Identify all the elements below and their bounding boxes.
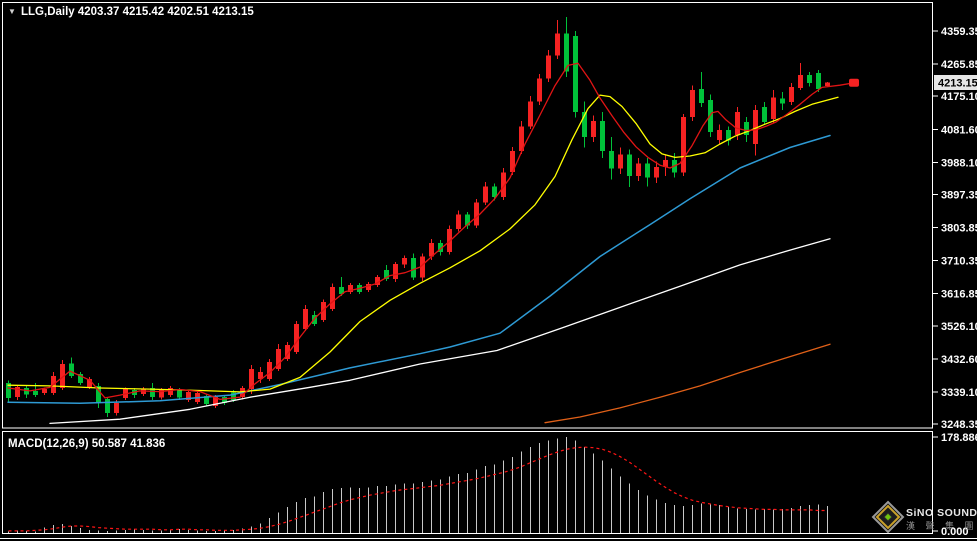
candle-body — [393, 264, 398, 279]
price-axis-label: 3616.85 — [941, 289, 977, 301]
price-axis-label: 3248.35 — [941, 419, 977, 431]
candle-body — [600, 121, 605, 151]
candle-body — [528, 102, 533, 127]
macd-indicator-label: MACD(12,26,9) 50.587 41.836 — [8, 438, 165, 450]
candle-body — [573, 36, 578, 112]
ma-line-white-long — [50, 239, 830, 424]
candle-body — [537, 79, 542, 102]
candle-body — [177, 390, 182, 397]
price-axis-label: 3432.60 — [941, 354, 977, 366]
sino-sound-logo: SiNO SOUND 漢 聲 集 團 — [873, 502, 977, 532]
candle-body — [699, 89, 704, 103]
ma-line-orange-slow — [545, 344, 830, 423]
candle-body — [780, 98, 785, 103]
candle-body — [402, 258, 407, 264]
candle-body — [816, 73, 821, 89]
symbol-dropdown-arrow[interactable]: ▼ — [8, 7, 16, 16]
candle-body — [627, 155, 632, 176]
candle-body — [690, 90, 695, 117]
candle-body — [294, 324, 299, 352]
current-price-tag: 4213.15 — [934, 75, 977, 90]
candle-body — [771, 97, 776, 119]
candle-body — [609, 151, 614, 169]
logo-text: SiNO SOUND — [906, 507, 977, 519]
candle-body — [483, 186, 488, 202]
candle-body — [456, 215, 461, 229]
candle-body — [33, 391, 38, 395]
macd-axis-label: 178.886 — [941, 432, 977, 444]
pane-resizer[interactable] — [2, 428, 933, 432]
chart-title-ohlc: LLG,Daily 4203.37 4215.42 4202.51 4213.1… — [21, 6, 254, 18]
ma-line-yellow-med — [8, 95, 838, 392]
price-axis-label: 4081.60 — [941, 124, 977, 136]
candle-body — [654, 167, 659, 178]
candle-body — [798, 75, 803, 88]
candle-body — [105, 399, 110, 413]
candle-body — [645, 163, 650, 177]
price-axis-label: 3526.10 — [941, 321, 977, 333]
price-axis-label: 3339.10 — [941, 387, 977, 399]
candle-body — [303, 309, 308, 329]
price-axis-label: 4265.85 — [941, 59, 977, 71]
candle-body — [42, 389, 47, 393]
candle-body — [681, 117, 686, 172]
candle-body — [636, 163, 641, 175]
price-chart-surface[interactable]: 4359.35 4265.85 4175.10 4081.60 3988.10 3897.… — [0, 0, 977, 541]
last-price-marker-dot — [849, 79, 859, 87]
chart-window: 4359.35 4265.85 4175.10 4081.60 3988.10 3897.… — [0, 0, 977, 541]
candle-body — [546, 56, 551, 79]
price-axis-label: 4175.10 — [941, 91, 977, 103]
price-axis-label: 3988.10 — [941, 157, 977, 169]
candle-body — [24, 388, 29, 395]
ma-line-blue-mid — [8, 136, 830, 404]
price-axis-label: 3710.35 — [941, 256, 977, 268]
candlestick-series — [6, 17, 830, 417]
candle-body — [555, 34, 560, 56]
candle-body — [330, 287, 335, 309]
candle-body — [591, 121, 596, 137]
price-tag-value: 4213.15 — [938, 78, 977, 90]
candle-body — [825, 83, 830, 87]
candle-body — [411, 258, 416, 278]
price-axis-label: 3897.35 — [941, 189, 977, 201]
candle-body — [492, 186, 497, 197]
price-axis-label: 4359.35 — [941, 26, 977, 38]
candle-body — [807, 75, 812, 83]
price-axis-label: 3803.85 — [941, 223, 977, 235]
macd-signal-line — [9, 447, 828, 531]
logo-subtext: 漢 聲 集 團 — [906, 520, 977, 531]
candle-body — [114, 403, 119, 413]
candle-body — [735, 112, 740, 135]
candle-body — [717, 130, 722, 140]
candle-body — [762, 107, 767, 122]
candle-body — [69, 363, 74, 376]
ma-line-red-fast — [8, 63, 852, 399]
diamond-logo-icon — [873, 502, 903, 532]
candle-body — [474, 202, 479, 225]
candle-body — [618, 155, 623, 169]
candle-body — [789, 87, 794, 102]
